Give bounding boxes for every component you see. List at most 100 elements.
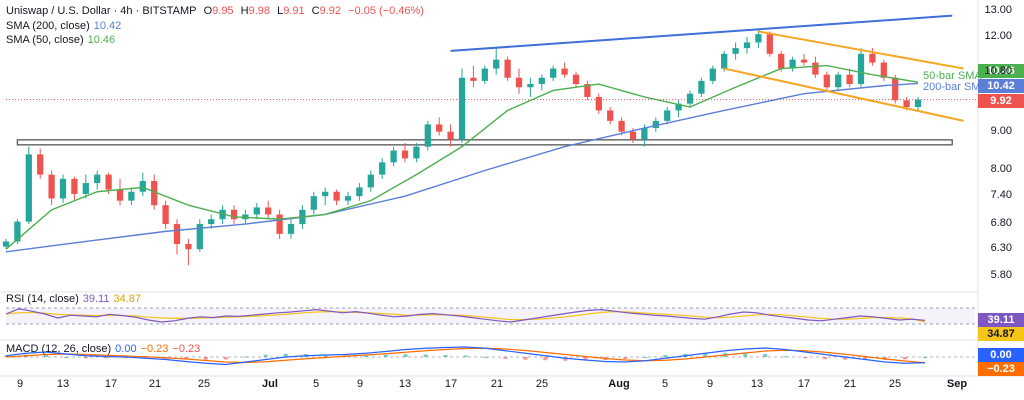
rsi-value: 39.11 xyxy=(82,293,110,305)
candle-body xyxy=(550,68,557,78)
candle-body xyxy=(208,219,215,225)
candle-body xyxy=(618,120,625,132)
candle-body xyxy=(607,110,614,121)
sma200-label: SMA (200, close) xyxy=(6,20,90,32)
macd-histogram-bar xyxy=(243,356,248,358)
candle-body xyxy=(322,191,329,197)
candle-body xyxy=(105,174,112,190)
time-tick-label: 9 xyxy=(706,378,714,390)
candle-body xyxy=(71,178,78,194)
candle-body xyxy=(458,77,466,140)
macd-histogram-bar xyxy=(763,354,768,357)
sma200-legend: SMA (200, close) 10.42 xyxy=(6,19,125,33)
candle-body xyxy=(629,131,637,140)
macd-histogram-bar xyxy=(803,357,808,359)
sma50-label: SMA (50, close) xyxy=(6,34,84,46)
last-price-tag: 9.92 xyxy=(978,94,1024,108)
sma50-legend: SMA (50, close) 10.46 xyxy=(6,33,119,47)
macd-histogram-bar xyxy=(623,357,628,359)
candle-body xyxy=(698,80,705,94)
time-tick-label: Sep xyxy=(946,378,968,390)
candle-body xyxy=(94,174,101,184)
candle-body xyxy=(379,162,386,175)
header-legend: Uniswap / U.S. Dollar · 4h · BITSTAMP O9… xyxy=(6,4,428,18)
time-tick-label: 9 xyxy=(16,378,24,390)
open-label: O xyxy=(203,5,213,17)
time-tick-label: 17 xyxy=(444,378,458,390)
rsi-ma-price-tag: 34.87 xyxy=(978,327,1024,341)
candle-body xyxy=(515,77,523,88)
price-tick-label: 13.00 xyxy=(984,3,1012,16)
macd-histogram-bar xyxy=(483,357,488,358)
macd-histogram-bar xyxy=(543,357,548,361)
macd-histogram-bar xyxy=(83,357,88,359)
candle-body xyxy=(709,68,716,81)
candle-body xyxy=(333,191,340,201)
candle-body xyxy=(755,34,762,43)
candle-body xyxy=(869,53,876,63)
candle-body xyxy=(230,209,238,220)
candle-body xyxy=(914,99,922,108)
candle-body xyxy=(527,84,534,88)
change-value: −0.05 (−0.46%) xyxy=(348,5,424,17)
price-tick-label: 9.00 xyxy=(990,124,1012,137)
candle-body xyxy=(116,189,124,201)
candle-body xyxy=(857,53,865,85)
candle-body xyxy=(59,178,67,199)
candle-body xyxy=(481,68,488,81)
macd-histogram-bar xyxy=(523,357,528,360)
time-tick-label: 25 xyxy=(197,378,211,390)
sma50-value: 10.46 xyxy=(87,34,116,46)
price-tick-label: 6.80 xyxy=(990,217,1012,230)
time-tick-label: 21 xyxy=(843,378,857,390)
sma200-price-tag: 10.42 xyxy=(978,79,1024,93)
support-zone xyxy=(16,139,953,146)
close-value: 9.92 xyxy=(319,5,342,17)
candle-body xyxy=(778,53,785,69)
candle-body xyxy=(686,93,694,104)
candle-body xyxy=(139,180,146,192)
macd-signal-value: −0.23 xyxy=(140,343,169,355)
symbol-title: Uniswap / U.S. Dollar · 4h · BITSTAMP xyxy=(6,5,197,17)
time-tick-label: 17 xyxy=(104,378,118,390)
macd-histogram-bar xyxy=(423,354,428,357)
sma200-value: 10.42 xyxy=(93,20,122,32)
macd-histogram-bar xyxy=(263,354,268,357)
rsi-price-tag: 39.11 xyxy=(978,313,1024,327)
price-tick-label: 8.00 xyxy=(990,163,1012,176)
resistance-trendline xyxy=(450,14,953,52)
macd-histogram-bar xyxy=(403,354,408,357)
rsi-label: RSI (14, close) xyxy=(6,293,79,305)
open-value: 9.95 xyxy=(212,5,234,17)
candle-body xyxy=(572,74,580,85)
rsi-ma-value: 34.87 xyxy=(113,293,141,305)
macd-histogram-bar xyxy=(783,356,788,358)
candle-body xyxy=(892,77,899,101)
candle-body xyxy=(436,124,443,132)
candle-body xyxy=(493,59,500,69)
time-tick-label: 13 xyxy=(56,378,70,390)
candle-body xyxy=(48,174,55,199)
price-tick-label: 6.30 xyxy=(990,242,1012,255)
candle-body xyxy=(265,207,272,215)
low-value: 9.91 xyxy=(283,5,305,17)
time-tick-label: 25 xyxy=(535,378,549,390)
candle-body xyxy=(595,96,602,111)
candle-body xyxy=(356,187,363,197)
candle-body xyxy=(812,62,819,75)
candle-body xyxy=(447,131,454,140)
macd-histogram-bar xyxy=(463,355,468,357)
time-tick-label: 13 xyxy=(750,378,764,390)
macd-value: 0.00 xyxy=(115,343,137,355)
candle-body xyxy=(732,48,739,54)
candle-body xyxy=(766,34,773,54)
macd-histogram-bar xyxy=(663,355,668,357)
candle-body xyxy=(846,74,853,85)
macd-histogram-bar xyxy=(923,357,927,358)
price-tick-label: 5.80 xyxy=(990,269,1012,282)
candle-body xyxy=(390,150,397,163)
candle-body xyxy=(185,244,192,250)
chart-canvas[interactable] xyxy=(0,0,1024,400)
time-tick-label: 9 xyxy=(356,378,364,390)
candle-body xyxy=(641,128,648,140)
